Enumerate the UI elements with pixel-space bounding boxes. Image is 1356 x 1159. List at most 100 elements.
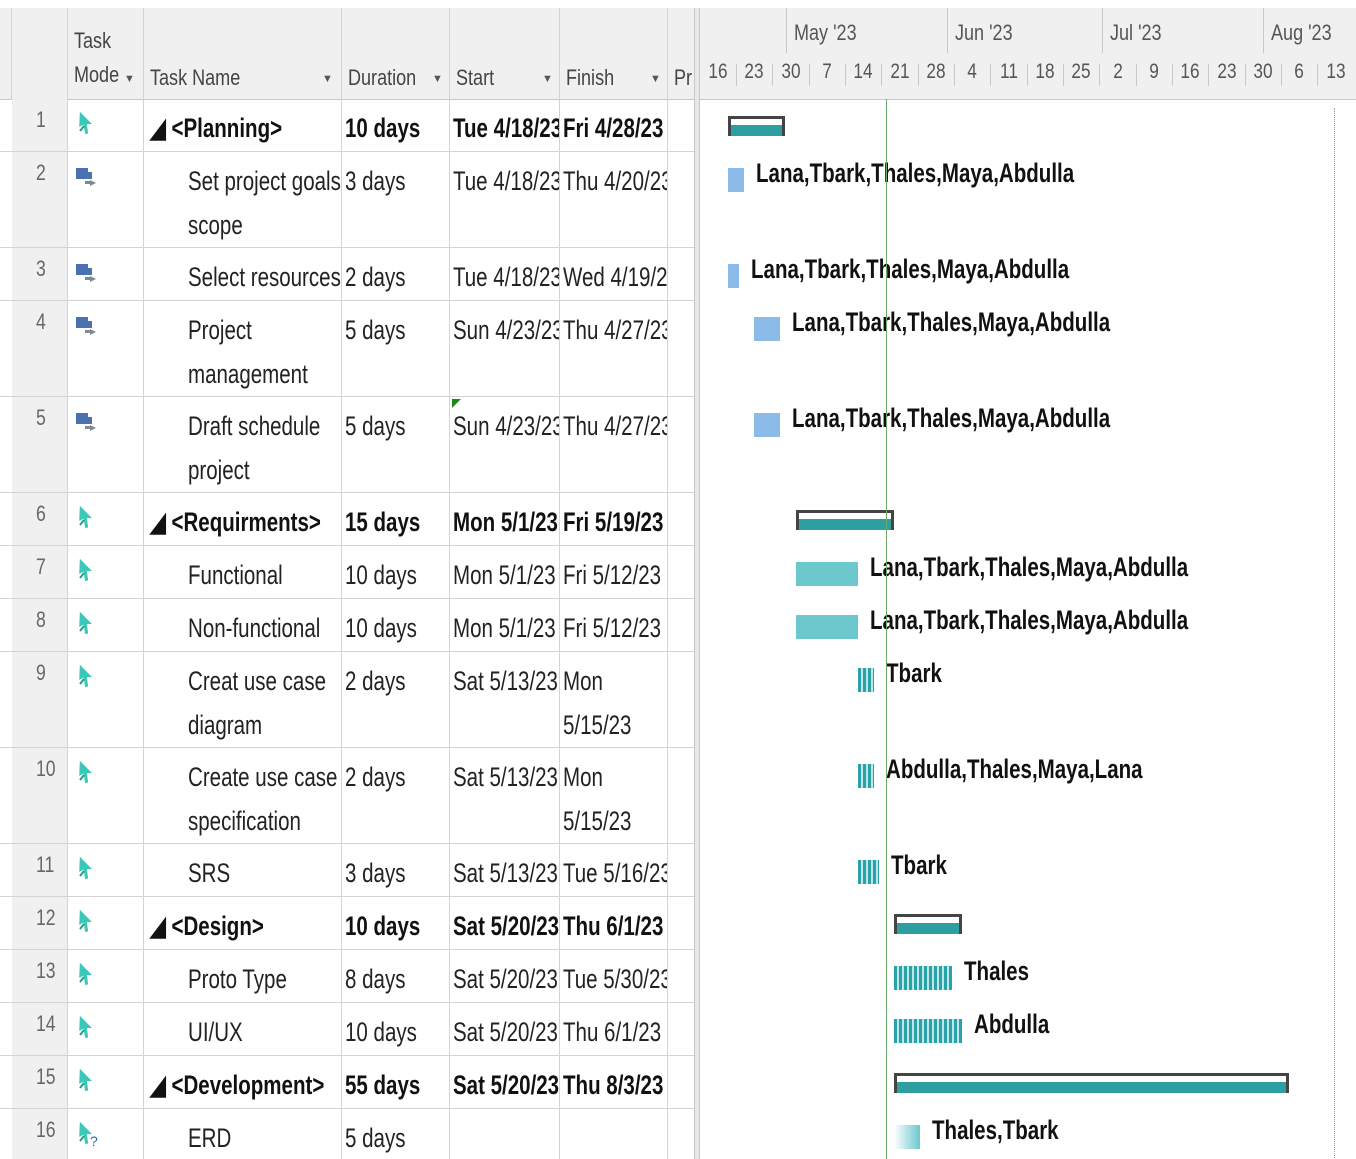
finish-cell[interactable]: Tue 5/16/23 (560, 844, 668, 896)
start-cell[interactable]: Mon 5/1/23 (450, 493, 560, 545)
task-name-cell[interactable]: Create use case specification (144, 748, 342, 843)
row-id-cell[interactable]: 13 (12, 950, 68, 1002)
finish-cell[interactable]: Fri 5/12/23 (560, 546, 668, 598)
task-row[interactable]: 6 ◢ <Requirments> 15 days Mon 5/1/23 Fri 5/1… (0, 493, 696, 546)
task-bar[interactable] (795, 615, 859, 639)
task-bar[interactable] (728, 264, 739, 288)
start-cell[interactable]: Mon 5/1/23 (450, 599, 560, 651)
task-name-cell[interactable]: Proto Type (144, 950, 342, 1002)
task-row[interactable]: 3 Select resources 2 days Tue 4/18/23 Wed 4/… (0, 248, 696, 301)
duration-cell[interactable]: 3 days (342, 844, 450, 896)
task-bar[interactable] (754, 413, 781, 437)
predecessors-cell[interactable] (668, 652, 696, 747)
duration-cell[interactable]: 2 days (342, 748, 450, 843)
task-mode-cell[interactable] (68, 152, 144, 247)
finish-filter-dropdown-icon[interactable]: ▼ (650, 73, 661, 85)
start-filter-dropdown-icon[interactable]: ▼ (542, 73, 553, 85)
row-id-cell[interactable]: 3 (12, 248, 68, 300)
finish-cell[interactable]: Tue 5/30/23 (560, 950, 668, 1002)
start-cell[interactable]: Tue 4/18/23 (450, 248, 560, 300)
task-row[interactable]: 10 Create use case specification 2 days Sat … (0, 748, 696, 844)
predecessors-cell[interactable] (668, 599, 696, 651)
finish-cell[interactable]: Thu 4/27/23 (560, 397, 668, 492)
predecessors-cell[interactable] (668, 546, 696, 598)
start-cell[interactable]: Sun 4/23/23 (450, 301, 560, 396)
row-id-cell[interactable]: 9 (12, 652, 68, 747)
task-mode-cell[interactable] (68, 748, 144, 843)
start-cell[interactable]: Sat 5/20/23 (450, 950, 560, 1002)
row-id-cell[interactable]: 12 (12, 897, 68, 949)
row-id-cell[interactable]: 1 (12, 99, 68, 151)
column-header-start[interactable]: Start ▼ (450, 8, 560, 99)
select-all-cell[interactable] (12, 8, 68, 99)
row-id-cell[interactable]: 16 (12, 1109, 68, 1159)
duration-filter-dropdown-icon[interactable]: ▼ (432, 73, 443, 85)
start-cell[interactable]: Tue 4/18/23 (450, 152, 560, 247)
finish-cell[interactable]: Mon 5/15/23 (560, 652, 668, 747)
finish-cell[interactable]: Fri 5/12/23 (560, 599, 668, 651)
task-row[interactable]: 14 UI/UX 10 days Sat 5/20/23 Thu 6/1/23 (0, 1003, 696, 1056)
row-id-cell[interactable]: 8 (12, 599, 68, 651)
task-name-cell[interactable]: SRS (144, 844, 342, 896)
task-row[interactable]: 11 SRS 3 days Sat 5/13/23 Tue 5/16/23 (0, 844, 696, 897)
task-name-cell[interactable]: Select resources (144, 248, 342, 300)
finish-cell[interactable]: Thu 4/27/23 (560, 301, 668, 396)
predecessors-cell[interactable] (668, 99, 696, 151)
task-name-cell[interactable]: ERD (144, 1109, 342, 1159)
summary-bar[interactable] (894, 1073, 1289, 1093)
row-id-cell[interactable]: 4 (12, 301, 68, 396)
task-name-cell[interactable]: ◢ <Development> (144, 1056, 342, 1108)
task-name-filter-dropdown-icon[interactable]: ▼ (322, 73, 333, 85)
start-cell[interactable]: Sat 5/20/23 (450, 1056, 560, 1108)
row-id-cell[interactable]: 6 (12, 493, 68, 545)
column-header-task-name[interactable]: Task Name ▼ (144, 8, 342, 99)
task-bar[interactable] (858, 860, 879, 884)
start-cell[interactable]: Sat 5/13/23 (450, 748, 560, 843)
duration-cell[interactable]: 10 days (342, 1003, 450, 1055)
predecessors-cell[interactable] (668, 1003, 696, 1055)
task-row[interactable]: 7 Functional 10 days Mon 5/1/23 Fri 5/12/23 (0, 546, 696, 599)
duration-cell[interactable]: 8 days (342, 950, 450, 1002)
predecessors-cell[interactable] (668, 152, 696, 247)
predecessors-cell[interactable] (668, 844, 696, 896)
task-row[interactable]: 5 Draft schedule project 5 days Sun 4/23/23 T… (0, 397, 696, 493)
duration-cell[interactable]: 55 days (342, 1056, 450, 1108)
task-mode-cell[interactable] (68, 599, 144, 651)
finish-cell[interactable]: Thu 8/3/23 (560, 1056, 668, 1108)
task-name-cell[interactable]: Draft schedule project (144, 397, 342, 492)
predecessors-cell[interactable] (668, 1056, 696, 1108)
task-name-cell[interactable]: UI/UX (144, 1003, 342, 1055)
task-name-cell[interactable]: Set project goals scope (144, 152, 342, 247)
task-name-cell[interactable]: Creat use case diagram (144, 652, 342, 747)
predecessors-cell[interactable] (668, 950, 696, 1002)
column-header-duration[interactable]: Duration ▼ (342, 8, 450, 99)
column-header-task-mode[interactable]: Task Mode ▼ (68, 8, 144, 99)
start-cell[interactable]: Tue 4/18/23 (450, 99, 560, 151)
task-name-cell[interactable]: ◢ <Requirments> (144, 493, 342, 545)
predecessors-cell[interactable] (668, 301, 696, 396)
start-cell[interactable] (450, 1109, 560, 1159)
start-cell[interactable]: Sat 5/13/23 (450, 844, 560, 896)
task-row[interactable]: 9 Creat use case diagram 2 days Sat 5/13/23 M… (0, 652, 696, 748)
task-mode-cell[interactable] (68, 493, 144, 545)
task-mode-cell[interactable]: ? (68, 1109, 144, 1159)
task-mode-cell[interactable] (68, 397, 144, 492)
duration-cell[interactable]: 10 days (342, 546, 450, 598)
row-id-cell[interactable]: 2 (12, 152, 68, 247)
task-row[interactable]: 2 Set project goals scope 3 days Tue 4/18/23… (0, 152, 696, 248)
duration-cell[interactable]: 15 days (342, 493, 450, 545)
task-row[interactable]: 13 Proto Type 8 days Sat 5/20/23 Tue 5/30/23 (0, 950, 696, 1003)
task-row[interactable]: 12 ◢ <Design> 10 days Sat 5/20/23 Thu 6/1/23 (0, 897, 696, 950)
row-id-cell[interactable]: 5 (12, 397, 68, 492)
duration-cell[interactable]: 5 days (342, 1109, 450, 1159)
task-row[interactable]: 16? ERD 5 days (0, 1109, 696, 1159)
task-row[interactable]: 15 ◢ <Development> 55 days Sat 5/20/23 Thu 8… (0, 1056, 696, 1109)
duration-cell[interactable]: 3 days (342, 152, 450, 247)
task-bar[interactable] (894, 1019, 962, 1043)
task-bar[interactable] (894, 1125, 921, 1149)
task-name-cell[interactable]: Project management (144, 301, 342, 396)
task-bar[interactable] (858, 668, 874, 692)
summary-bar[interactable] (894, 914, 962, 934)
predecessors-cell[interactable] (668, 1109, 696, 1159)
finish-cell[interactable]: Mon 5/15/23 (560, 748, 668, 843)
